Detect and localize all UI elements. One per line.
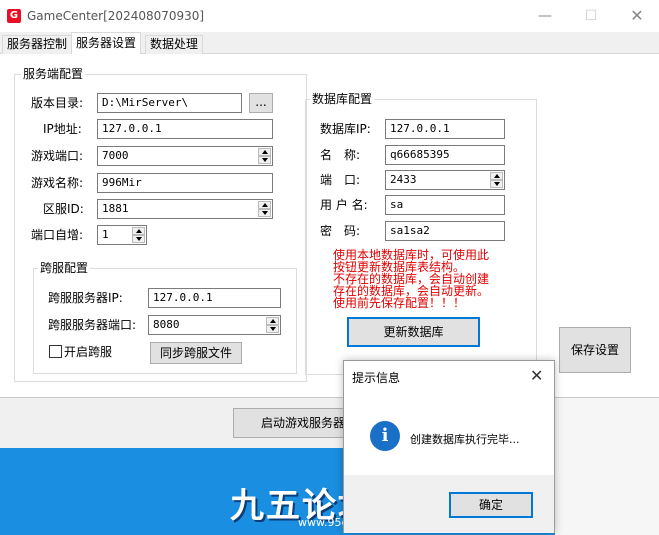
ip-input[interactable]: 127.0.0.1 <box>97 119 273 139</box>
port-increment-label: 端口自增: <box>31 228 84 242</box>
server-config-title: 服务端配置 <box>21 67 86 81</box>
db-user-label: 用 户 名: <box>320 198 368 212</box>
title-bar: G GameCenter[202408070930] — ☐ ✕ <box>0 0 659 32</box>
port-increment-value: 1 <box>102 228 109 241</box>
spin-up-icon[interactable] <box>266 317 279 325</box>
info-dialog: 提示信息 ✕ i 创建数据库执行完毕... 确定 <box>343 360 555 533</box>
version-dir-label: 版本目录: <box>31 96 84 110</box>
db-password-input[interactable]: sa1sa2 <box>385 221 505 241</box>
db-warning-line-5: 使用前先保存配置！！！ <box>333 296 466 310</box>
tab-bar: 服务器控制 服务器设置 数据处理 <box>0 32 659 54</box>
zone-id-label: 区服ID: <box>43 202 84 216</box>
close-button[interactable]: ✕ <box>614 0 659 32</box>
dialog-title: 提示信息 <box>352 371 401 385</box>
enable-cross-server-label: 开启跨服 <box>64 345 113 359</box>
game-port-label: 游戏端口: <box>31 149 84 163</box>
enable-cross-server-checkbox[interactable] <box>49 345 62 358</box>
db-name-label: 名 称: <box>320 148 361 162</box>
zone-id-spin[interactable] <box>258 201 271 217</box>
settings-panel: 服务端配置 版本目录: D:\MirServer\ ... IP地址: 127.… <box>0 54 659 398</box>
minimize-button[interactable]: — <box>522 0 568 32</box>
ip-label: IP地址: <box>43 122 82 136</box>
zone-id-value: 1881 <box>102 202 129 215</box>
db-port-spin[interactable] <box>490 172 503 188</box>
maximize-button[interactable]: ☐ <box>568 0 614 32</box>
game-port-spin[interactable] <box>258 148 271 164</box>
app-icon: G <box>7 9 21 23</box>
desktop-background <box>555 398 659 535</box>
db-password-label: 密 码: <box>320 224 361 238</box>
game-name-input[interactable]: 996Mir <box>97 173 273 193</box>
spin-down-icon[interactable] <box>258 209 271 217</box>
spin-up-icon[interactable] <box>132 227 145 235</box>
port-increment-spin[interactable] <box>132 227 145 243</box>
dialog-close-icon[interactable]: ✕ <box>530 366 543 385</box>
db-ip-label: 数据库IP: <box>320 122 371 136</box>
db-port-label: 端 口: <box>320 173 361 187</box>
game-port-stepper[interactable]: 7000 <box>97 146 273 166</box>
db-name-input[interactable]: q66685395 <box>385 145 505 165</box>
game-port-value: 7000 <box>102 149 129 162</box>
tab-server-settings[interactable]: 服务器设置 <box>71 32 142 54</box>
port-increment-stepper[interactable]: 1 <box>97 225 147 245</box>
save-settings-button[interactable]: 保存设置 <box>559 327 631 373</box>
cross-server-port-value: 8080 <box>153 318 180 331</box>
cross-server-ip-label: 跨服服务器IP: <box>48 291 123 305</box>
spin-up-icon[interactable] <box>490 172 503 180</box>
sync-cross-files-button[interactable]: 同步跨服文件 <box>150 342 242 364</box>
db-ip-input[interactable]: 127.0.0.1 <box>385 119 505 139</box>
cross-server-ip-input[interactable]: 127.0.0.1 <box>148 288 281 308</box>
tab-server-control[interactable]: 服务器控制 <box>2 35 73 54</box>
spin-up-icon[interactable] <box>258 148 271 156</box>
version-dir-input[interactable]: D:\MirServer\ <box>97 93 242 113</box>
spin-down-icon[interactable] <box>490 180 503 188</box>
ok-button[interactable]: 确定 <box>449 492 533 518</box>
info-icon: i <box>370 421 400 451</box>
dialog-message: 创建数据库执行完毕... <box>410 433 520 446</box>
spin-down-icon[interactable] <box>266 325 279 333</box>
game-name-label: 游戏名称: <box>31 176 84 190</box>
database-config-title: 数据库配置 <box>310 92 375 106</box>
cross-server-title: 跨服配置 <box>38 261 91 275</box>
dialog-body: i 创建数据库执行完毕... <box>344 393 554 475</box>
browse-button[interactable]: ... <box>249 93 273 113</box>
tab-data-processing[interactable]: 数据处理 <box>145 35 204 54</box>
spin-up-icon[interactable] <box>258 201 271 209</box>
db-port-stepper[interactable]: 2433 <box>385 170 505 190</box>
db-port-value: 2433 <box>390 173 417 186</box>
zone-id-stepper[interactable]: 1881 <box>97 199 273 219</box>
cross-server-port-stepper[interactable]: 8080 <box>148 315 281 335</box>
spin-down-icon[interactable] <box>258 156 271 164</box>
db-user-input[interactable]: sa <box>385 195 505 215</box>
cross-server-port-spin[interactable] <box>266 317 279 333</box>
cross-server-port-label: 跨服服务器端口: <box>48 318 137 332</box>
spin-down-icon[interactable] <box>132 235 145 243</box>
update-database-button[interactable]: 更新数据库 <box>347 317 480 347</box>
window-title: GameCenter[202408070930] <box>27 9 205 23</box>
dialog-footer: 确定 <box>344 475 554 533</box>
